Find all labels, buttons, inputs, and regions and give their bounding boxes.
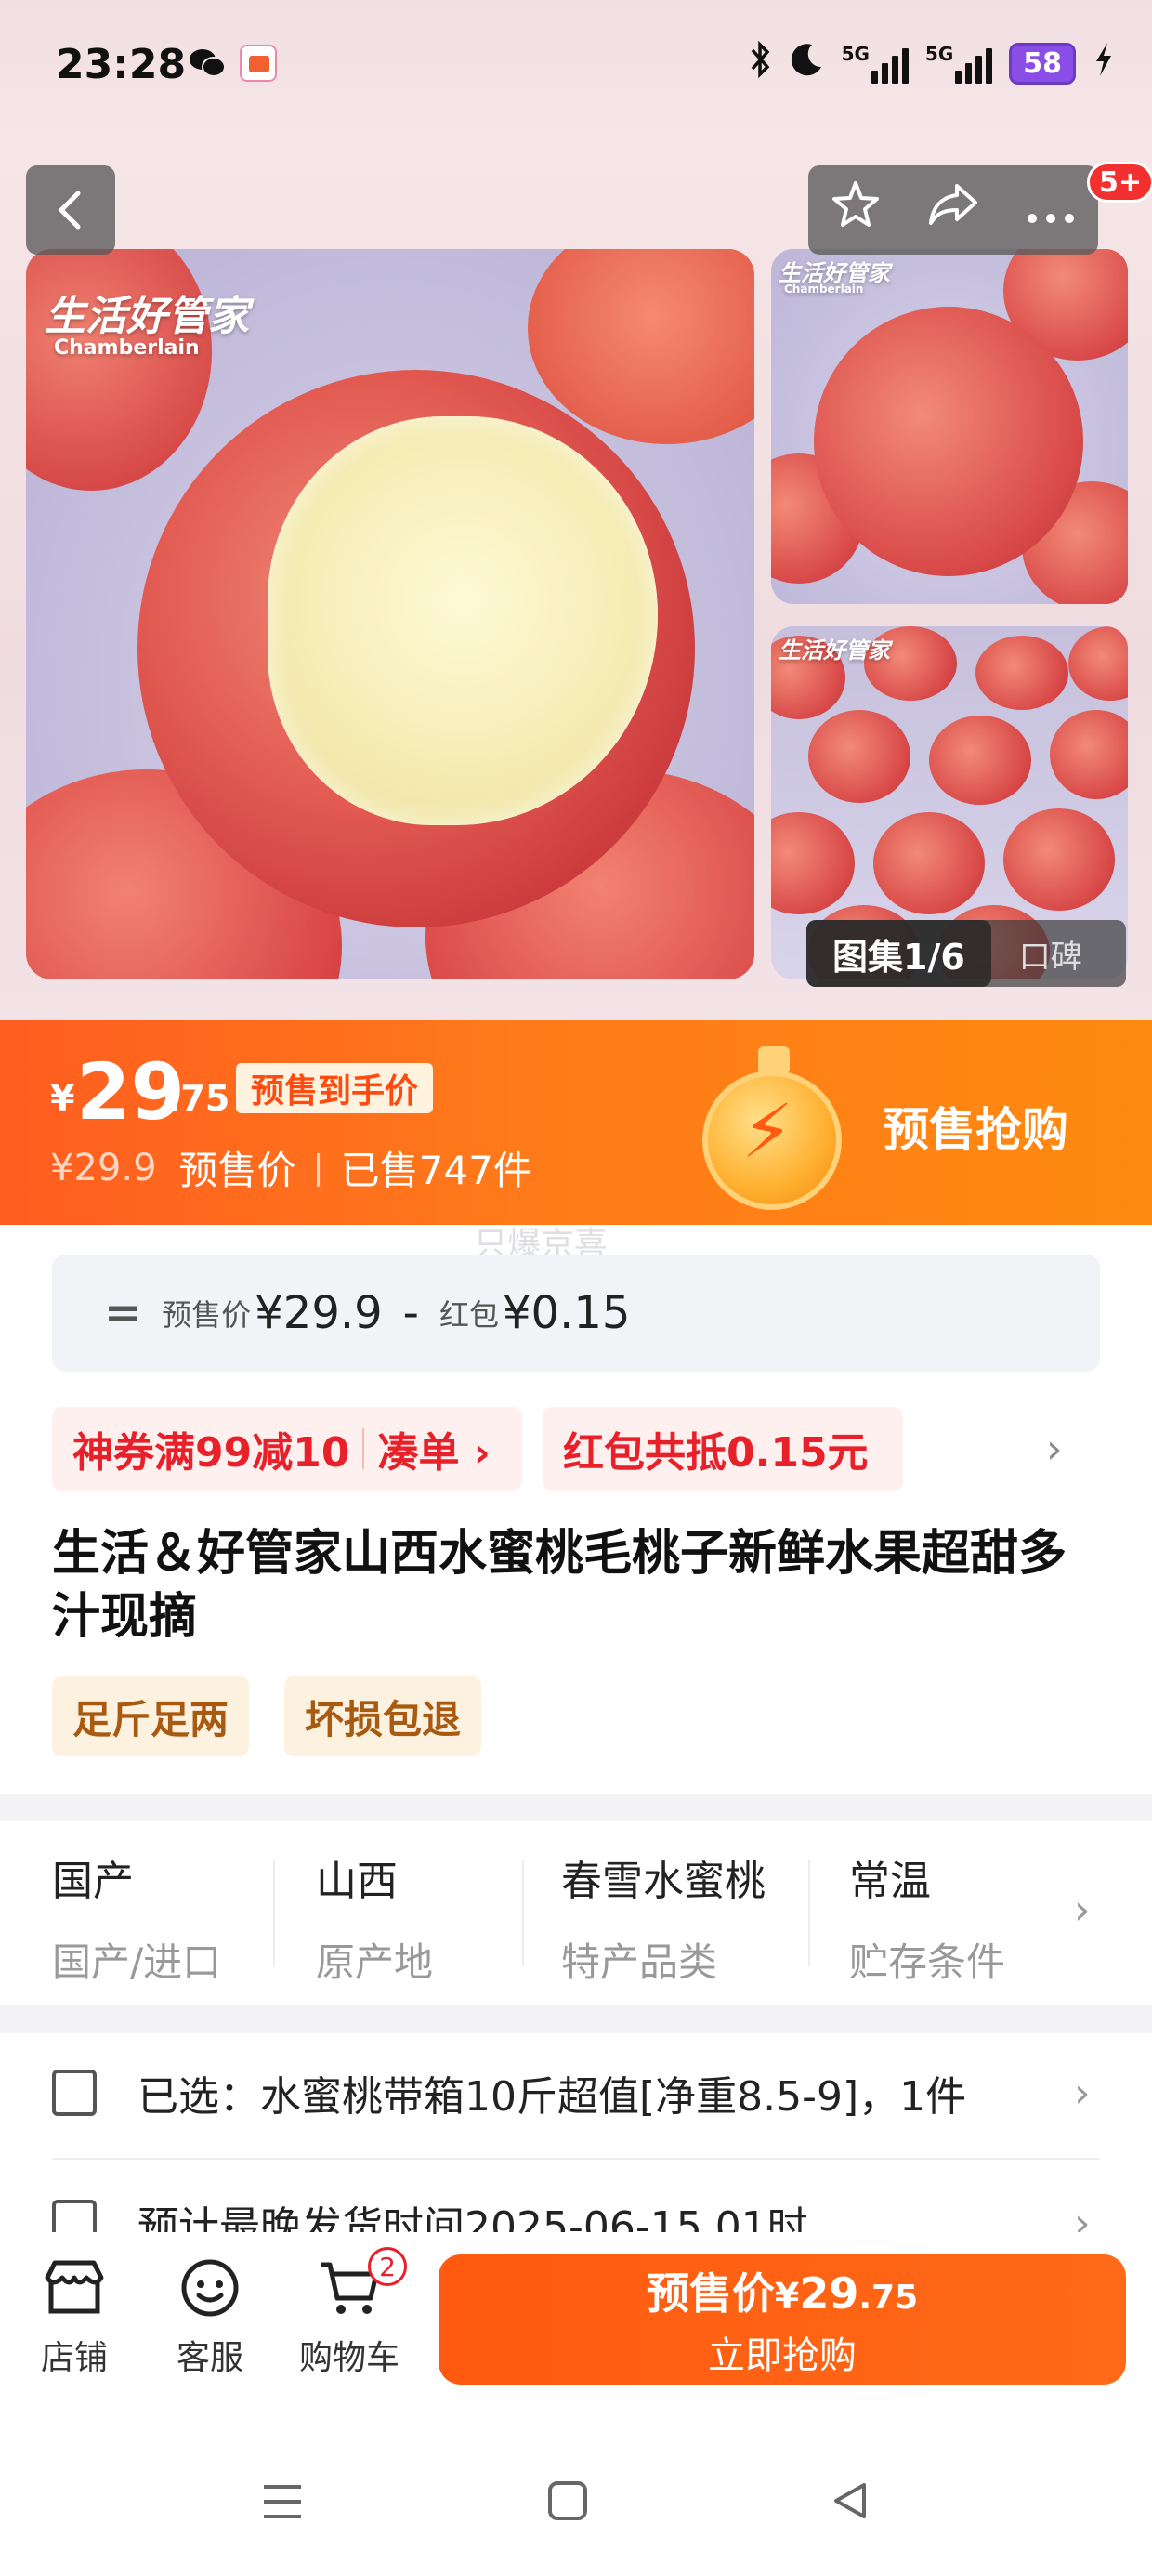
cart-count-badge: 2 <box>368 2247 407 2286</box>
shop-icon <box>41 2254 108 2321</box>
system-navigation-bar <box>0 2435 1152 2576</box>
coupon-action[interactable]: 凑单 › <box>377 1419 490 1479</box>
more-icon[interactable] <box>1025 183 1077 237</box>
attribute-storage: 常温 贮存条件 <box>849 1858 1006 1985</box>
redpack-value: ¥0.15 <box>503 1287 631 1339</box>
main-product-image[interactable]: 生活好管家 Chamberlain <box>26 249 754 979</box>
price-breakdown[interactable]: = 预售价 ¥29.9 - 红包 ¥0.15 <box>52 1255 1100 1372</box>
bottom-action-bar: 店铺 客服 2 购物车 预售价¥29.75 立即抢购 <box>0 2232 1152 2409</box>
equals-sign: = <box>104 1287 142 1339</box>
service-tag: 足斤足两 <box>52 1676 250 1756</box>
charging-icon <box>1093 41 1115 85</box>
status-bar: 23:28 5G 5G 58 <box>0 0 1152 139</box>
favorite-star-icon[interactable] <box>830 178 882 242</box>
wechat-icon <box>186 45 229 82</box>
coupon-text: 神券满99减10 <box>72 1429 350 1477</box>
product-title: 生活＆好管家山西水蜜桃毛桃子新鲜水果超甜多汁现摘 <box>52 1526 1067 1645</box>
price-secondary-row: ¥29.9 预售价 | 已售747件 <box>50 1139 532 1196</box>
chat-smile-icon <box>177 2254 243 2321</box>
presale-cta[interactable]: 预售抢购 <box>883 1093 1068 1160</box>
gallery-counter[interactable]: 图集1/6 口碑 <box>806 920 1126 987</box>
divider: | <box>312 1149 324 1187</box>
sold-count: 已售747件 <box>340 1148 532 1193</box>
menu-icon[interactable] <box>260 2479 305 2533</box>
buy-price: 预售价¥29.75 <box>646 2268 919 2319</box>
coupon-redpack[interactable]: 红包共抵0.15元 <box>543 1407 903 1491</box>
message-badge: 5+ <box>1087 162 1152 203</box>
moon-icon <box>788 41 825 85</box>
chevron-left-icon <box>58 191 81 230</box>
signal-bars-icon <box>955 46 993 84</box>
price-banner: ¥ 29 .75 预售到手价 ¥29.9 预售价 | 已售747件 ⚡ 预售抢购 <box>0 1020 1152 1225</box>
gallery-counter-label: 图集1/6 <box>806 920 991 987</box>
status-time: 23:28 <box>56 41 187 88</box>
signal-1: 5G <box>842 43 909 84</box>
presale-value: ¥29.9 <box>255 1287 383 1339</box>
redpack-label: 红包 <box>439 1297 499 1333</box>
cart-button[interactable]: 2 购物车 <box>294 2247 407 2379</box>
price-decimal: .75 <box>167 1078 230 1119</box>
brand-logo-sub: Chamberlain <box>784 283 864 296</box>
app-notification-icon <box>240 45 277 82</box>
gallery-thumbnail-1[interactable]: 生活好管家 Chamberlain <box>771 249 1128 604</box>
coupon-discount[interactable]: 神券满99减10 凑单 › <box>52 1407 522 1491</box>
spec-icon <box>52 2070 97 2116</box>
section-divider <box>0 2005 1152 2033</box>
brand-logo-sub: Chamberlain <box>54 336 200 360</box>
brand-logo: 生活好管家 <box>45 293 249 340</box>
presale-label: 预售价 <box>162 1297 252 1333</box>
peach-shape <box>814 307 1083 576</box>
product-attributes[interactable]: 国产 国产/进口 山西 原产地 春雪水蜜桃 特产品类 常温 贮存条件 › <box>0 1821 1152 2007</box>
back-nav-icon[interactable] <box>829 2479 871 2533</box>
status-right: 5G 5G 58 <box>749 37 1115 89</box>
section-divider <box>0 1794 1152 1821</box>
lightning-icon: ⚡ <box>741 1088 794 1175</box>
original-price: ¥29.9 <box>50 1146 157 1189</box>
bluetooth-icon <box>749 40 771 85</box>
price-tag: 预售到手价 <box>236 1063 434 1113</box>
product-gallery: 生活好管家 Chamberlain 生活好管家 Chamberlain 生活好管… <box>0 139 1152 1020</box>
spec-selector[interactable]: 已选：水蜜桃带箱10斤超值[净重8.5-9]，1件 › <box>0 2037 1152 2149</box>
chevron-right-icon[interactable]: › <box>1046 1426 1063 1473</box>
stopwatch-icon: ⚡ <box>702 1046 842 1214</box>
minus-sign: - <box>402 1287 419 1339</box>
attribute-category: 春雪水蜜桃 特产品类 <box>561 1858 766 1985</box>
chevron-right-icon[interactable]: › <box>1074 1886 1091 1934</box>
shop-button[interactable]: 店铺 <box>19 2254 130 2379</box>
gallery-reviews-label[interactable]: 口碑 <box>991 931 1082 977</box>
coupon-text: 红包共抵0.15元 <box>563 1429 869 1477</box>
signal-2: 5G <box>925 43 993 84</box>
row-divider <box>52 2158 1100 2160</box>
product-page: 23:28 5G 5G 58 生活好管家 Chamberlain 生活好管家 C… <box>0 0 1152 2576</box>
back-button[interactable] <box>26 165 115 255</box>
selected-spec: 已选：水蜜桃带箱10斤超值[净重8.5-9]，1件 <box>137 2073 967 2121</box>
buy-action-label: 立即抢购 <box>708 2334 857 2377</box>
buy-now-button[interactable]: 预售价¥29.75 立即抢购 <box>439 2254 1126 2385</box>
price-currency: ¥ <box>50 1078 75 1119</box>
customer-service-button[interactable]: 客服 <box>154 2254 266 2379</box>
brand-logo: 生活好管家 <box>779 637 890 664</box>
signal-bars-icon <box>871 46 909 84</box>
header-actions <box>808 165 1098 255</box>
presale-label: 预售价 <box>178 1148 296 1193</box>
attribute-origin: 山西 原产地 <box>316 1858 434 1985</box>
battery-indicator: 58 <box>1009 42 1076 85</box>
chevron-right-icon: › <box>1074 2069 1091 2117</box>
share-icon[interactable] <box>925 178 981 242</box>
service-tag: 坏损包退 <box>284 1676 482 1756</box>
home-icon[interactable] <box>546 2479 589 2533</box>
attribute-origin-type: 国产 国产/进口 <box>52 1858 222 1985</box>
